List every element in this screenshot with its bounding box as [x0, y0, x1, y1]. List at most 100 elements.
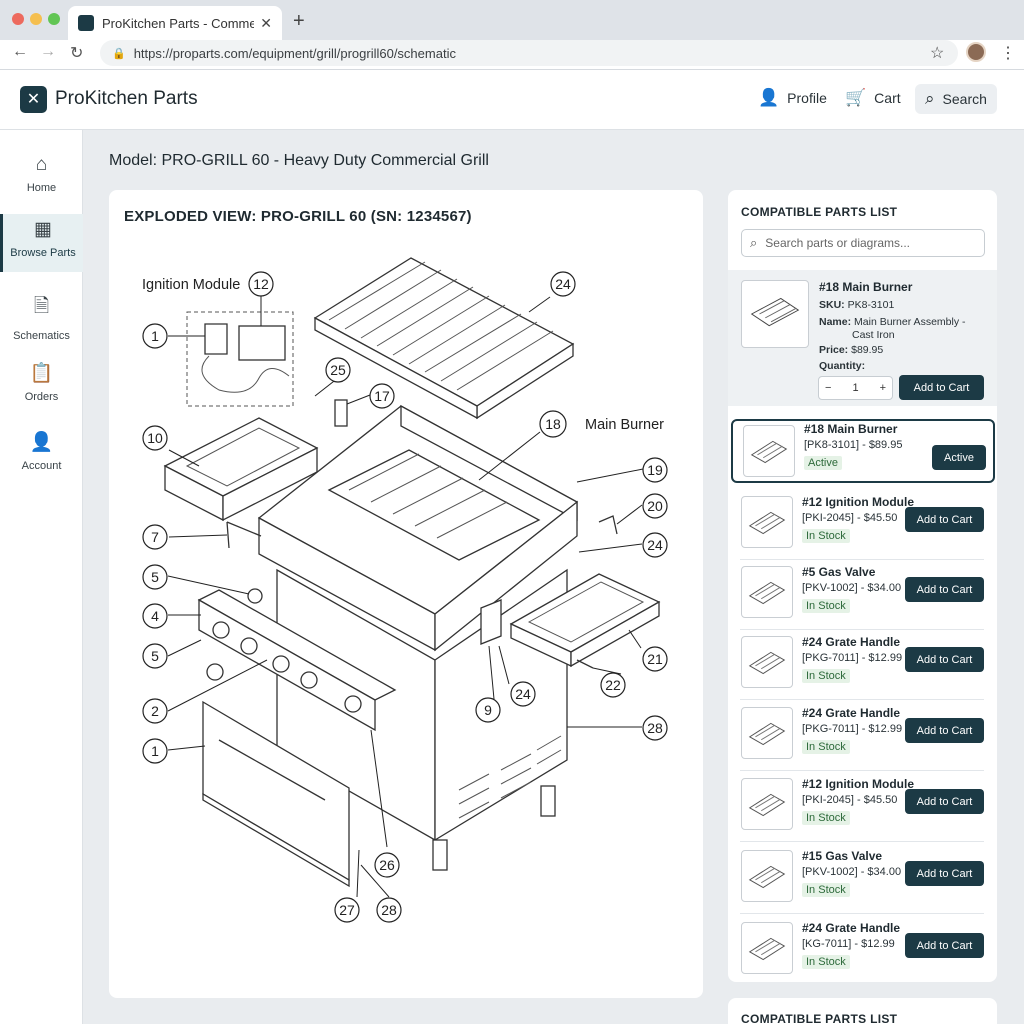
part-row[interactable]: #24 Grate Handle [KG-7011] - $12.99 In Sto… [740, 920, 984, 982]
page-title: Model: PRO-GRILL 60 - Heavy Duty Commerc… [109, 152, 489, 169]
search-button[interactable]: ⌕ Search [915, 84, 997, 114]
part-row[interactable]: #24 Grate Handle [PKG-7011] - $12.99 In St… [740, 634, 984, 700]
valve-part-5 [247, 588, 263, 604]
grid-icon: ▦ [34, 219, 52, 240]
quantity-stepper[interactable]: − 1 + [818, 376, 893, 400]
add-to-cart-button[interactable]: Add to Cart [905, 861, 984, 886]
callout-number: 21 [647, 651, 663, 667]
cart-icon: 🛒 [845, 88, 867, 107]
sidebar-item-schematics[interactable]: 🗎 Schematics [0, 288, 83, 346]
part-thumbnail [741, 922, 793, 974]
part-row-sku-price: [PK8-3101] - $89.95 [804, 439, 903, 451]
new-tab-button[interactable]: + [293, 10, 305, 33]
status-badge: In Stock [802, 529, 850, 543]
diagram-title: EXPLODED VIEW: PRO-GRILL 60 (SN: 1234567… [124, 208, 472, 225]
bookmark-star-icon[interactable]: ☆ [930, 43, 944, 63]
part-thumbnail [743, 425, 795, 477]
part-row[interactable]: #5 Gas Valve [PKV-1002] - $34.00 In Stock A… [740, 564, 984, 630]
part-row[interactable]: #12 Ignition Module [PKI-2045] - $45.50 In… [740, 494, 984, 560]
plus-icon[interactable]: + [880, 382, 886, 394]
callout-number: 1 [151, 743, 159, 759]
part-row-title: #18 Main Burner [804, 422, 898, 436]
sidebar-item-browse-parts[interactable]: ▦ Browse Parts [0, 214, 83, 272]
active-button[interactable]: Active [932, 445, 986, 470]
part-row[interactable]: #24 Grate Handle [PKG-7011] - $12.99 In St… [740, 705, 984, 771]
logo-icon[interactable]: ✕ [20, 86, 47, 113]
status-badge: In Stock [802, 669, 850, 683]
browser-avatar[interactable] [966, 42, 986, 62]
clipboard-icon: 📋 [29, 363, 54, 384]
sidebar-item-orders[interactable]: 📋 Orders [0, 357, 83, 415]
browser-menu-icon[interactable]: ⋮ [1000, 43, 1016, 63]
maximize-window-button[interactable] [48, 13, 60, 25]
search-label: Search [942, 91, 987, 107]
profile-button[interactable]: 👤 Profile [758, 88, 827, 108]
compatible-parts-panel-secondary: COMPATIBLE PARTS LIST [728, 998, 997, 1024]
status-badge: In Stock [802, 740, 850, 754]
minus-icon[interactable]: − [825, 382, 831, 394]
back-arrow-icon[interactable]: ← [12, 43, 28, 61]
callout-number: 25 [330, 362, 346, 378]
part-row[interactable]: #15 Gas Valve [PKV-1002] - $34.00 In Stock… [740, 848, 984, 914]
add-to-cart-button[interactable]: Add to Cart [905, 577, 984, 602]
callout-number: 5 [151, 569, 159, 585]
callout-number: 4 [151, 608, 159, 624]
schematic-icon: 🗎 [33, 296, 50, 317]
sidebar-item-home[interactable]: ⌂ Home [0, 150, 83, 208]
browser-tab[interactable]: ProKitchen Parts - Commercial ✕ [68, 6, 282, 40]
ignition-bracket-part [204, 323, 228, 355]
url-input[interactable]: 🔒 https://proparts.com/equipment/grill/p… [100, 40, 958, 66]
add-to-cart-button[interactable]: Add to Cart [899, 375, 984, 400]
part-thumbnail [741, 707, 793, 759]
part-row-sku-price: [PKI-2045] - $45.50 [802, 512, 898, 524]
parts-search-input[interactable]: ⌕ Search parts or diagrams... [741, 229, 985, 257]
part-thumbnail [741, 778, 793, 830]
add-to-cart-button[interactable]: Add to Cart [905, 718, 984, 743]
app-header: ✕ ProKitchen Parts 👤 Profile 🛒 Cart ⌕ Se… [0, 70, 1024, 130]
close-window-button[interactable] [12, 13, 24, 25]
part-row-title: #12 Ignition Module [802, 777, 915, 791]
callout-number: 27 [339, 902, 355, 918]
brand-name[interactable]: ProKitchen Parts [55, 88, 198, 110]
callout-number: 9 [484, 702, 492, 718]
part-row-sku-price: [PKG-7011] - $12.99 [802, 723, 903, 735]
add-to-cart-button[interactable]: Add to Cart [905, 647, 984, 672]
add-to-cart-button[interactable]: Add to Cart [905, 789, 984, 814]
mount-part-9 [480, 599, 502, 645]
callout-number: 18 [545, 416, 561, 432]
exploded-diagram[interactable]: Ignition Module Main Burner 12 2412517101… [109, 190, 703, 998]
part-row[interactable]: #12 Ignition Module [PKI-2045] - $45.50 In… [740, 776, 984, 842]
tab-close-icon[interactable]: ✕ [260, 15, 272, 32]
part-row-sku-price: [PKG-7011] - $12.99 [802, 652, 903, 664]
lock-icon: 🔒 [112, 47, 126, 60]
part-row[interactable]: #18 Main Burner [PK8-3101] - $89.95 Active… [731, 419, 995, 483]
add-to-cart-button[interactable]: Add to Cart [905, 933, 984, 958]
cart-button[interactable]: 🛒 Cart [845, 88, 901, 108]
forward-arrow-icon[interactable]: → [40, 43, 56, 61]
main-burner-label: Main Burner [585, 417, 664, 433]
part-row-title: #24 Grate Handle [802, 635, 901, 649]
quantity-value[interactable]: 1 [852, 382, 858, 394]
sidebar-item-label: Orders [24, 391, 59, 403]
cooking-grate-part[interactable] [313, 257, 575, 420]
status-badge: In Stock [802, 811, 850, 825]
cart-label: Cart [874, 90, 901, 106]
callout-number: 12 [253, 276, 269, 292]
detail-sku: SKU: PK8-3101 [819, 299, 895, 311]
tab-title: ProKitchen Parts - Commercial [102, 15, 255, 31]
status-badge: In Stock [802, 955, 850, 969]
sidebar-item-account[interactable]: 👤 Account [0, 426, 83, 484]
ignition-module-part[interactable] [238, 325, 286, 361]
reload-icon[interactable]: ↻ [70, 43, 83, 63]
minimize-window-button[interactable] [30, 13, 42, 25]
callout-number: 10 [147, 430, 163, 446]
callout-number: 24 [515, 686, 531, 702]
callout-number: 22 [605, 677, 621, 693]
add-to-cart-button[interactable]: Add to Cart [905, 507, 984, 532]
sidebar-item-label: Schematics [13, 330, 70, 342]
callout-number: 24 [555, 276, 571, 292]
sidebar-item-label: Home [26, 182, 57, 194]
callout-number: 17 [374, 388, 390, 404]
callout-number: 20 [647, 498, 663, 514]
part-row-sku-price: [PKV-1002] - $34.00 [802, 582, 902, 594]
